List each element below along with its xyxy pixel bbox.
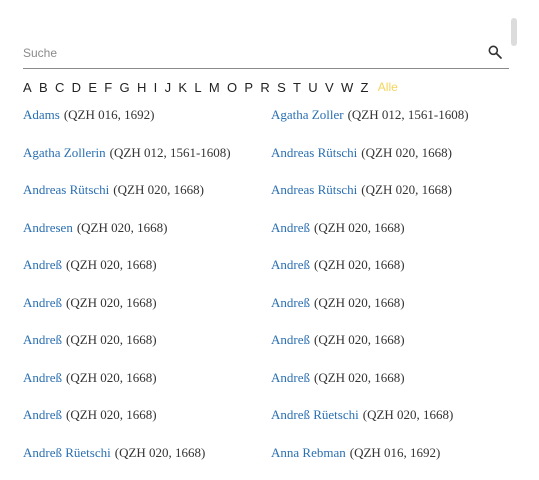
entry-source-meta: (QZH 020, 1668) (115, 445, 206, 460)
entry-row: Andreß Rüetschi (QZH 020, 1668) Anna Rebma… (23, 443, 513, 480)
alphabet-letter-k[interactable]: K (178, 80, 187, 95)
list-item: Andreß (QZH 020, 1668) (23, 330, 157, 350)
alphabet-letter-a[interactable]: A (23, 80, 32, 95)
alphabet-filter: ABCDEFGHIJKLMOPRSTUVWZ Alle (23, 78, 398, 96)
entry-name-link[interactable]: Andreß (271, 295, 310, 310)
entry-name-link[interactable]: Anna Rebman (271, 445, 346, 460)
entry-source-meta: (QZH 020, 1668) (314, 220, 405, 235)
entry-source-meta: (QZH 012, 1561-1608) (110, 145, 231, 160)
entry-name-link[interactable]: Andreß (271, 332, 310, 347)
list-item: Andreas Rütschi (QZH 020, 1668) (271, 143, 452, 163)
entry-source-meta: (QZH 020, 1668) (66, 257, 157, 272)
scrollbar-thumb[interactable] (511, 18, 517, 46)
entry-source-meta: (QZH 020, 1668) (314, 370, 405, 385)
entry-name-link[interactable]: Andreß (23, 257, 62, 272)
list-item: Agatha Zollerin (QZH 012, 1561-1608) (23, 143, 231, 163)
list-item: Andreß (QZH 020, 1668) (23, 368, 157, 388)
entries-list: Adams (QZH 016, 1692) Agatha Zoller (QZH 01… (23, 105, 513, 480)
alphabet-letter-p[interactable]: P (244, 80, 253, 95)
entry-source-meta: (QZH 016, 1692) (350, 445, 441, 460)
entry-name-link[interactable]: Andreas Rütschi (271, 182, 357, 197)
entry-name-link[interactable]: Andreß (271, 370, 310, 385)
entry-name-link[interactable]: Adams (23, 107, 60, 122)
list-item: Andreß (QZH 020, 1668) (23, 255, 157, 275)
alphabet-letter-u[interactable]: U (308, 80, 317, 95)
list-item: Adams (QZH 016, 1692) (23, 105, 154, 125)
alphabet-letter-j[interactable]: J (165, 80, 172, 95)
alphabet-letter-l[interactable]: L (194, 80, 201, 95)
list-item: Andreß Rüetschi (QZH 020, 1668) (271, 405, 453, 425)
alphabet-letter-t[interactable]: T (293, 80, 301, 95)
alphabet-letter-g[interactable]: G (120, 80, 130, 95)
list-item: Andreß (QZH 020, 1668) (271, 368, 405, 388)
list-item: Andreß Rüetschi (QZH 020, 1668) (23, 443, 205, 463)
list-item: Andresen (QZH 020, 1668) (23, 218, 167, 238)
list-item: Andreß (QZH 020, 1668) (271, 293, 405, 313)
entry-source-meta: (QZH 020, 1668) (314, 257, 405, 272)
entry-source-meta: (QZH 020, 1668) (314, 332, 405, 347)
list-item: Andreß (QZH 020, 1668) (271, 218, 405, 238)
list-item: Andreß (QZH 020, 1668) (23, 293, 157, 313)
entry-row: Andreß (QZH 020, 1668) Andreß (QZH 020, 166… (23, 330, 513, 368)
entry-row: Andreß (QZH 020, 1668) Andreß (QZH 020, 166… (23, 368, 513, 406)
search-bar (23, 40, 509, 69)
alphabet-letter-d[interactable]: D (72, 80, 81, 95)
entry-source-meta: (QZH 020, 1668) (66, 332, 157, 347)
entry-row: Andreas Rütschi(QZH 020, 1668)Andreas Rü… (23, 180, 513, 218)
entry-name-link[interactable]: Andreas Rütschi (271, 145, 357, 160)
entry-source-meta: (QZH 012, 1561-1608) (348, 107, 469, 122)
entry-source-meta: (QZH 016, 1692) (64, 107, 155, 122)
entry-source-meta: (QZH 020, 1668) (113, 182, 204, 197)
entry-source-meta: (QZH 020, 1668) (66, 370, 157, 385)
entry-name-link[interactable]: Andreß (271, 220, 310, 235)
entry-name-link[interactable]: Agatha Zollerin (23, 145, 106, 160)
entry-source-meta: (QZH 020, 1668) (77, 220, 168, 235)
alphabet-letter-v[interactable]: V (325, 80, 334, 95)
alphabet-letter-s[interactable]: S (277, 80, 286, 95)
alphabet-letter-c[interactable]: C (55, 80, 64, 95)
entry-name-link[interactable]: Andreß (271, 257, 310, 272)
list-item: Andreas Rütschi (QZH 020, 1668) (23, 180, 204, 200)
entry-row: Andresen (QZH 020, 1668) Andreß (QZH 020, 1… (23, 218, 513, 256)
alphabet-letter-e[interactable]: E (88, 80, 97, 95)
entry-name-link[interactable]: Andreß (23, 407, 62, 422)
alphabet-letter-b[interactable]: B (39, 80, 48, 95)
alphabet-letter-r[interactable]: R (260, 80, 269, 95)
list-item: Andreß (QZH 020, 1668) (271, 330, 405, 350)
entry-name-link[interactable]: Andreß Rüetschi (23, 445, 111, 460)
list-item: Andreß (QZH 020, 1668) (23, 405, 157, 425)
entry-name-link[interactable]: Andreß (23, 295, 62, 310)
alphabet-letter-o[interactable]: O (227, 80, 237, 95)
entry-source-meta: (QZH 020, 1668) (363, 407, 454, 422)
entry-name-link[interactable]: Andreß Rüetschi (271, 407, 359, 422)
list-item: Agatha Zoller (QZH 012, 1561-1608) (271, 105, 469, 125)
entry-row: Andreß (QZH 020, 1668) Andreß (QZH 020, 166… (23, 255, 513, 293)
entry-name-link[interactable]: Andreß (23, 370, 62, 385)
entry-name-link[interactable]: Agatha Zoller (271, 107, 344, 122)
entry-row: Andreß (QZH 020, 1668) Andreß (QZH 020, 166… (23, 293, 513, 331)
alphabet-letter-z[interactable]: Z (361, 80, 369, 95)
alphabet-letter-f[interactable]: F (104, 80, 112, 95)
entry-source-meta: (QZH 020, 1668) (66, 407, 157, 422)
search-input[interactable] (23, 43, 463, 63)
entry-name-link[interactable]: Andreß (23, 332, 62, 347)
entry-source-meta: (QZH 020, 1668) (314, 295, 405, 310)
entry-source-meta: (QZH 020, 1668) (66, 295, 157, 310)
entry-name-link[interactable]: Andreas Rütschi (23, 182, 109, 197)
alphabet-letter-i[interactable]: I (154, 80, 158, 95)
alphabet-letter-w[interactable]: W (341, 80, 353, 95)
alphabet-letter-h[interactable]: H (137, 80, 146, 95)
list-item: Anna Rebman (QZH 016, 1692) (271, 443, 440, 463)
alphabet-all[interactable]: Alle (378, 80, 398, 94)
entry-source-meta: (QZH 020, 1668) (361, 145, 452, 160)
entry-name-link[interactable]: Andresen (23, 220, 73, 235)
list-item: Andreas Rütschi (QZH 020, 1668) (271, 180, 452, 200)
entry-source-meta: (QZH 020, 1668) (361, 182, 452, 197)
alphabet-letter-m[interactable]: M (209, 80, 220, 95)
search-icon[interactable] (487, 44, 503, 60)
entry-row: Adams (QZH 016, 1692) Agatha Zoller (QZH 01… (23, 105, 513, 143)
entry-row: Agatha Zollerin (QZH 012, 1561-1608) Andre… (23, 143, 513, 181)
list-item: Andreß (QZH 020, 1668) (271, 255, 405, 275)
entry-row: Andreß (QZH 020, 1668) Andreß Rüetschi (QZH… (23, 405, 513, 443)
